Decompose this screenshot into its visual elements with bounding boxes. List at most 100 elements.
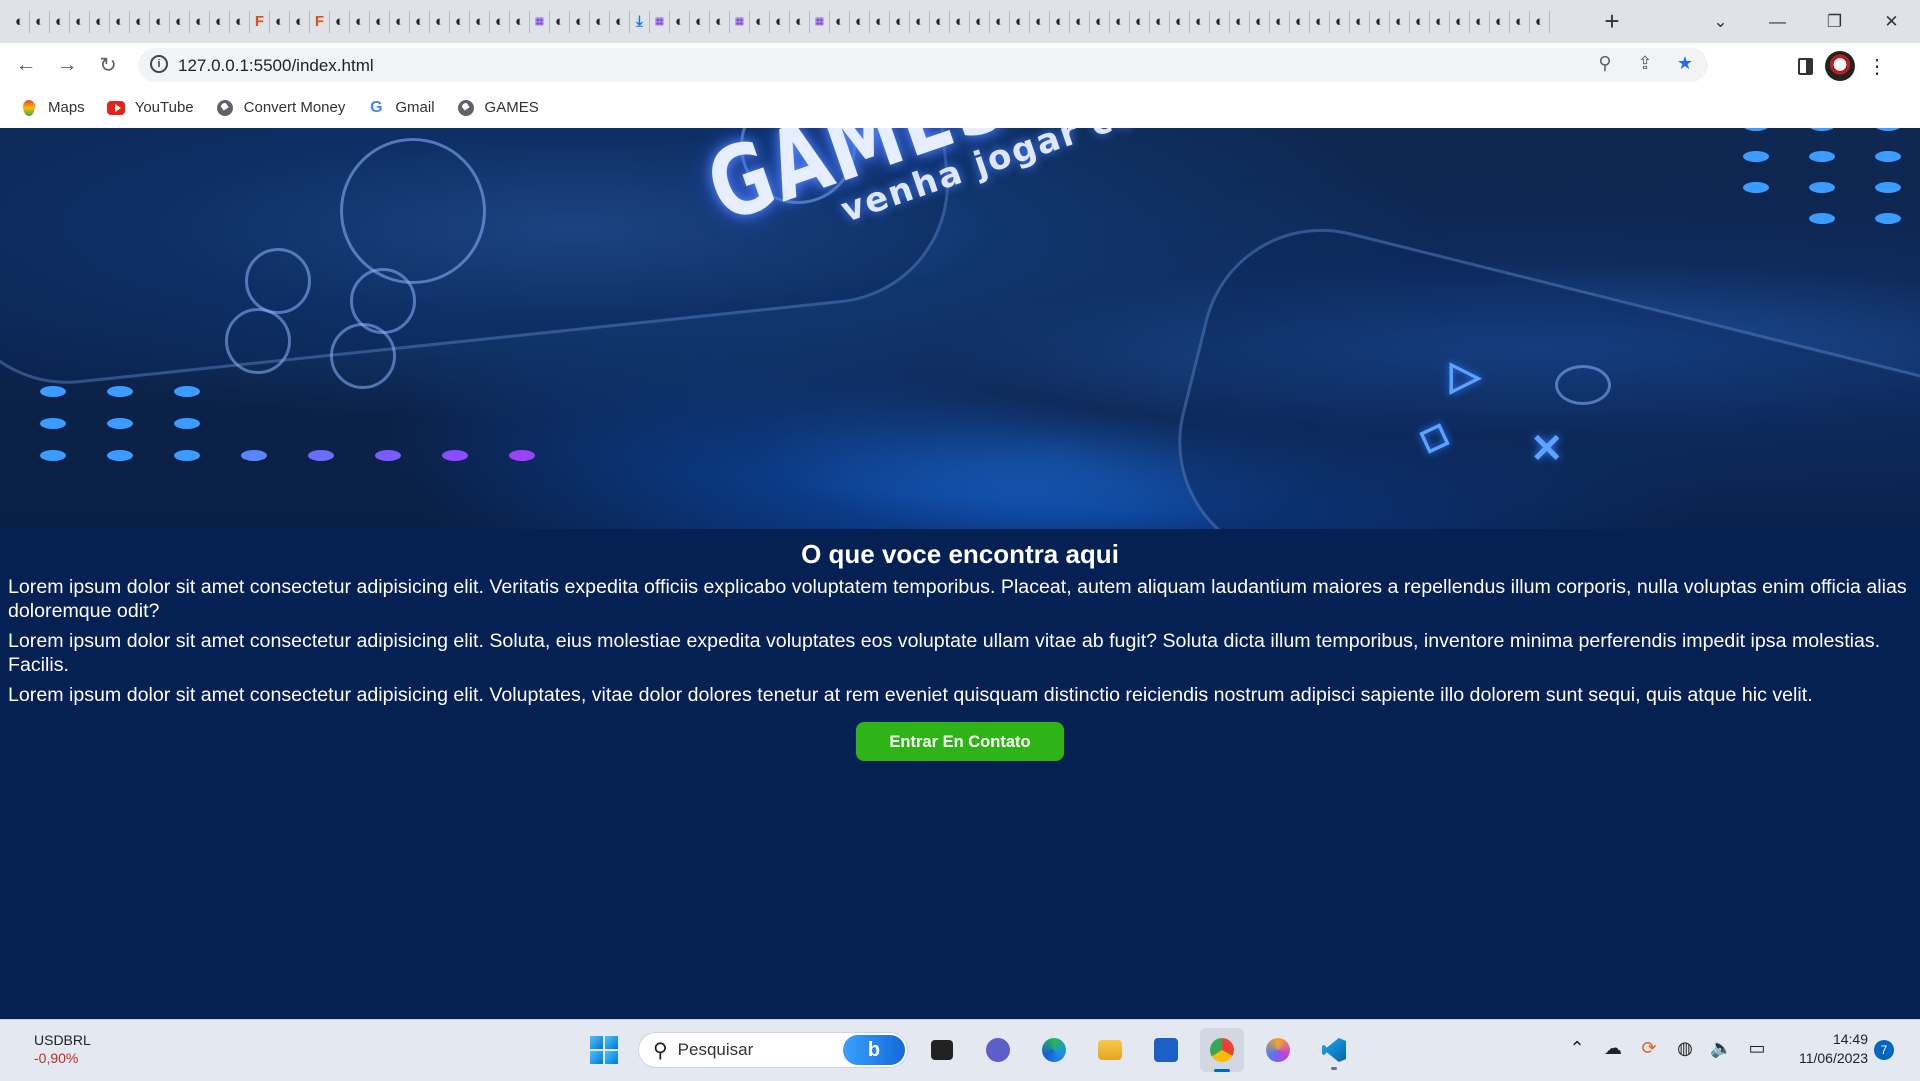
- browser-tab[interactable]: ◐: [970, 10, 990, 33]
- reload-icon[interactable]: ↻: [94, 51, 122, 79]
- browser-tab[interactable]: ◐: [1070, 10, 1090, 33]
- bookmark-gmail[interactable]: G Gmail: [367, 99, 434, 117]
- browser-tab[interactable]: ◐: [490, 10, 510, 33]
- maximize-button[interactable]: ❐: [1806, 0, 1863, 43]
- browser-tab[interactable]: ◐: [1330, 10, 1350, 33]
- browser-tab[interactable]: ◐: [550, 10, 570, 33]
- battery-icon[interactable]: ▭: [1746, 1038, 1768, 1059]
- browser-tab[interactable]: ◐: [750, 10, 770, 33]
- browser-tab[interactable]: ◐: [1430, 10, 1450, 33]
- side-panel-icon[interactable]: [1798, 57, 1813, 75]
- browser-tab[interactable]: ▦: [650, 10, 670, 33]
- browser-tab[interactable]: ◐: [1250, 10, 1270, 33]
- browser-tab[interactable]: ◐: [150, 10, 170, 33]
- browser-tab[interactable]: ◐: [270, 10, 290, 33]
- browser-tab[interactable]: ◐: [990, 10, 1010, 33]
- browser-tab[interactable]: ◐: [350, 10, 370, 33]
- sync-icon[interactable]: ⟳: [1638, 1038, 1660, 1059]
- edge-button[interactable]: [1032, 1028, 1076, 1072]
- site-info-icon[interactable]: i: [150, 55, 168, 73]
- back-icon[interactable]: ←: [12, 51, 40, 79]
- browser-tab[interactable]: ◐: [610, 10, 630, 33]
- browser-tab[interactable]: ◐: [450, 10, 470, 33]
- close-button[interactable]: ✕: [1863, 0, 1920, 43]
- browser-tab[interactable]: ◐: [1010, 10, 1030, 33]
- browser-tab[interactable]: F: [310, 10, 330, 33]
- bookmark-maps[interactable]: Maps: [20, 99, 85, 117]
- browser-tab[interactable]: ◐: [1210, 10, 1230, 33]
- store-button[interactable]: [1144, 1028, 1188, 1072]
- vscode-button[interactable]: [1312, 1028, 1356, 1072]
- browser-tab[interactable]: ◐: [1270, 10, 1290, 33]
- browser-tab[interactable]: ◐: [1290, 10, 1310, 33]
- browser-tab[interactable]: ◐: [1130, 10, 1150, 33]
- browser-tab[interactable]: ◐: [890, 10, 910, 33]
- browser-tab[interactable]: ◐: [1510, 10, 1530, 33]
- bookmark-games[interactable]: GAMES: [457, 99, 539, 117]
- tab-search-icon[interactable]: ⌄: [1692, 0, 1749, 43]
- browser-tab[interactable]: ◐: [130, 10, 150, 33]
- forward-icon[interactable]: →: [53, 51, 81, 79]
- browser-tab[interactable]: ◐: [30, 10, 50, 33]
- bookmark-convert-money[interactable]: Convert Money: [216, 99, 345, 117]
- browser-tab[interactable]: ◐: [1030, 10, 1050, 33]
- chrome-button[interactable]: [1200, 1028, 1244, 1072]
- browser-tab[interactable]: ◐: [50, 10, 70, 33]
- browser-tab[interactable]: ◐: [1350, 10, 1370, 33]
- chevron-up-icon[interactable]: ⌃: [1566, 1038, 1588, 1059]
- browser-tab[interactable]: ◐: [1170, 10, 1190, 33]
- browser-tab[interactable]: ◐: [1090, 10, 1110, 33]
- browser-tab[interactable]: ◐: [1310, 10, 1330, 33]
- browser-tab[interactable]: ◐: [10, 10, 30, 33]
- browser-tab[interactable]: ◐: [210, 10, 230, 33]
- browser-tab[interactable]: ◐: [510, 10, 530, 33]
- browser-tab[interactable]: ◐: [690, 10, 710, 33]
- contact-button[interactable]: Entrar En Contato: [856, 721, 1064, 761]
- browser-tab[interactable]: ◐: [570, 10, 590, 33]
- volume-icon[interactable]: 🔈: [1710, 1038, 1732, 1059]
- browser-tab[interactable]: ◐: [790, 10, 810, 33]
- browser-tab[interactable]: ◐: [1230, 10, 1250, 33]
- browser-tab[interactable]: ◐: [1470, 10, 1490, 33]
- browser-tab[interactable]: ◐: [1190, 10, 1210, 33]
- stock-ticker-widget[interactable]: USDBRL -0,90%: [34, 1031, 91, 1067]
- browser-tab[interactable]: ◐: [590, 10, 610, 33]
- browser-tab[interactable]: ◐: [1370, 10, 1390, 33]
- browser-tab[interactable]: ◐: [770, 10, 790, 33]
- network-icon[interactable]: ◍: [1674, 1038, 1696, 1059]
- browser-tab[interactable]: ◐: [290, 10, 310, 33]
- browser-tab[interactable]: ◐: [390, 10, 410, 33]
- browser-tab[interactable]: ◐: [910, 10, 930, 33]
- browser-tab[interactable]: ◐: [1490, 10, 1510, 33]
- notification-badge[interactable]: 7: [1874, 1040, 1894, 1060]
- browser-tab[interactable]: ◐: [70, 10, 90, 33]
- browser-tab[interactable]: ◐: [710, 10, 730, 33]
- browser-tab[interactable]: F: [250, 10, 270, 33]
- teams-chat-button[interactable]: [976, 1028, 1020, 1072]
- share-icon[interactable]: ⇪: [1632, 53, 1658, 74]
- start-button[interactable]: [582, 1028, 626, 1072]
- browser-tab[interactable]: ◐: [370, 10, 390, 33]
- cloud-icon[interactable]: ☁: [1602, 1038, 1624, 1059]
- clock[interactable]: 14:49 11/06/2023: [1780, 1030, 1868, 1068]
- browser-tab[interactable]: ◐: [1530, 10, 1550, 33]
- browser-tab[interactable]: ◐: [850, 10, 870, 33]
- browser-tab[interactable]: ◐: [330, 10, 350, 33]
- menu-icon[interactable]: ⋮: [1867, 54, 1887, 79]
- task-view-button[interactable]: [920, 1028, 964, 1072]
- browser-tab[interactable]: ▦: [530, 10, 550, 33]
- url-text[interactable]: 127.0.0.1:5500/index.html: [178, 56, 374, 76]
- bing-icon[interactable]: b: [843, 1035, 905, 1065]
- browser-tab[interactable]: ▦: [810, 10, 830, 33]
- browser-tab[interactable]: ⤓: [630, 10, 650, 33]
- browser-tab[interactable]: ◐: [170, 10, 190, 33]
- browser-tab[interactable]: ◐: [1150, 10, 1170, 33]
- browser-tab[interactable]: ◐: [1410, 10, 1430, 33]
- new-tab-button[interactable]: +: [1598, 8, 1626, 36]
- browser-tab[interactable]: ◐: [110, 10, 130, 33]
- bookmark-youtube[interactable]: YouTube: [106, 99, 194, 117]
- browser-tab[interactable]: ◐: [190, 10, 210, 33]
- browser-tab[interactable]: ◐: [1110, 10, 1130, 33]
- browser-tab[interactable]: ◐: [90, 10, 110, 33]
- browser-tab[interactable]: ◐: [670, 10, 690, 33]
